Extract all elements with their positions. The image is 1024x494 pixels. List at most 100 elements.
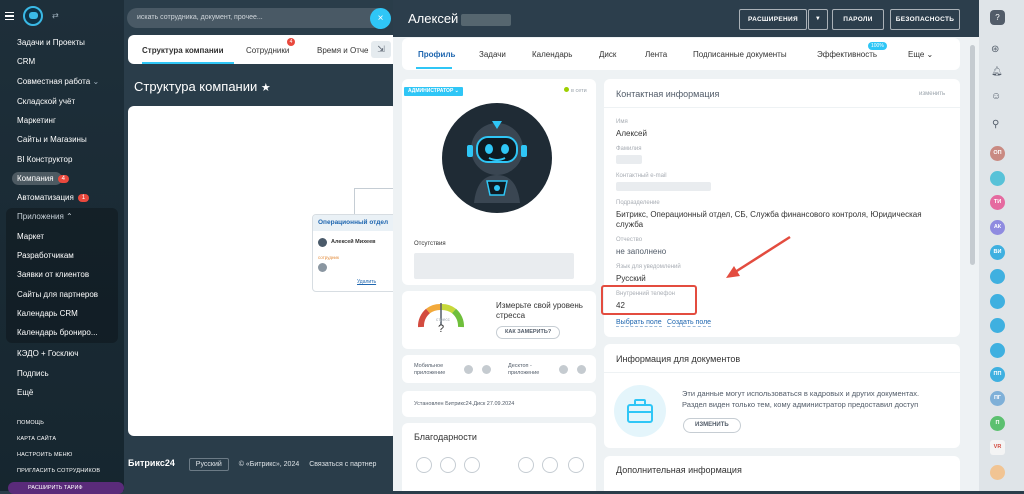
nav-more[interactable]: Ещё: [17, 388, 33, 397]
nav-collab[interactable]: Совместная работа ⌄: [17, 77, 99, 86]
apple-icon[interactable]: [464, 365, 473, 374]
last-name-label: Фамилия: [616, 146, 642, 152]
disk-installed-text: Установлен Битрикс24.Диск 27.09.2024: [414, 401, 515, 407]
avatar-initials: ТИ: [993, 199, 1002, 205]
global-search-input[interactable]: искать сотрудника, документ, прочее...: [127, 8, 387, 28]
docs-edit-button[interactable]: ИЗМЕНИТЬ: [683, 418, 741, 433]
thanks-money-icon[interactable]: [518, 457, 534, 473]
notify-language-value: Русский: [616, 274, 646, 283]
nav-app-requests[interactable]: Заявки от клиентов: [17, 270, 89, 279]
contact-avatar[interactable]: ПП: [990, 367, 1005, 382]
measure-stress-button[interactable]: КАК ЗАМЕРИТЬ?: [496, 326, 561, 339]
thanks-bird-icon[interactable]: [542, 457, 558, 473]
nav-apps-group[interactable]: Приложения ⌃: [17, 212, 73, 221]
contact-avatar[interactable]: [990, 343, 1005, 358]
footer-help-link[interactable]: ПОМОЩЬ: [17, 420, 44, 426]
footer-menu-settings-link[interactable]: НАСТРОИТЬ МЕНЮ: [17, 452, 73, 458]
tab-tasks[interactable]: Задачи: [479, 50, 506, 59]
role-badge[interactable]: АДМИНИСТРАТОР ⌄: [404, 87, 463, 96]
help-icon[interactable]: ?: [990, 10, 1005, 25]
tab-disk[interactable]: Диск: [599, 50, 616, 59]
docs-title: Информация для документов: [616, 354, 741, 364]
dept-card[interactable]: Операционный отдел Алексей Михеев сотруд…: [312, 214, 398, 292]
disk-card: Установлен Битрикс24.Диск 27.09.2024: [402, 391, 596, 417]
star-icon[interactable]: ★: [261, 82, 271, 94]
contact-avatar[interactable]: ВИ: [990, 245, 1005, 260]
bell-icon[interactable]: 🔔︎: [991, 66, 1002, 77]
contact-avatar[interactable]: [990, 318, 1005, 333]
copilot-icon[interactable]: ⊛: [991, 44, 999, 55]
tab-more[interactable]: Еще ⌄: [908, 50, 933, 59]
tab-profile[interactable]: Профиль: [418, 50, 455, 59]
extensions-dropdown-button[interactable]: ▼: [808, 9, 828, 30]
contact-avatar[interactable]: [990, 294, 1005, 309]
security-button[interactable]: БЕЗОПАСНОСТЬ: [890, 9, 960, 30]
nav-app-developers[interactable]: Разработчикам: [17, 251, 74, 260]
contact-edit-link[interactable]: изменить: [919, 91, 945, 97]
contact-avatar[interactable]: VR: [990, 440, 1005, 455]
portal-logo-icon[interactable]: [23, 6, 43, 26]
chat-icon[interactable]: ☺: [991, 91, 1001, 102]
android-icon[interactable]: [482, 365, 491, 374]
dept-remove-link[interactable]: Удалить: [357, 279, 376, 285]
nav-app-booking[interactable]: Календарь брониро...: [17, 328, 98, 337]
nav-marketing[interactable]: Маркетинг: [17, 116, 56, 125]
tab-efficiency[interactable]: Эффективность: [817, 50, 877, 59]
nav-company[interactable]: Компания 4: [17, 174, 69, 183]
panel-scrollbar[interactable]: [970, 45, 975, 265]
nav-kedo[interactable]: КЭДО + Госключ: [17, 349, 78, 358]
create-field-link[interactable]: Создать поле: [667, 319, 712, 327]
dept-card-header: Операционный отдел: [313, 215, 397, 231]
user-avatar[interactable]: [990, 465, 1005, 480]
contact-avatar[interactable]: ОП: [990, 146, 1005, 161]
thanks-cake-icon[interactable]: [568, 457, 584, 473]
thanks-cup-icon[interactable]: [464, 457, 480, 473]
nav-warehouse[interactable]: Складской учёт: [17, 97, 75, 106]
search-icon[interactable]: ⚲: [992, 119, 999, 130]
nav-crm[interactable]: CRM: [17, 57, 35, 66]
search-go-icon[interactable]: ×: [370, 8, 391, 29]
contact-avatar[interactable]: АК: [990, 220, 1005, 235]
tab-feed[interactable]: Лента: [645, 50, 667, 59]
bg-tab-time[interactable]: Время и Отче: [317, 46, 368, 55]
bg-tab-employees[interactable]: Сотрудники: [246, 46, 289, 55]
profile-avatar[interactable]: [442, 103, 552, 213]
bg-tab-structure[interactable]: Структура компании: [142, 46, 224, 55]
contact-avatar[interactable]: [990, 171, 1005, 186]
menu-icon[interactable]: [5, 12, 14, 20]
language-select[interactable]: Русский: [188, 458, 229, 471]
contact-partner-link[interactable]: Связаться с партнер: [309, 461, 376, 468]
thanks-gift-icon[interactable]: [440, 457, 456, 473]
nav-automation[interactable]: Автоматизация 1: [17, 193, 90, 202]
thanks-like-icon[interactable]: [416, 457, 432, 473]
nav-app-partner-sites[interactable]: Сайты для партнеров: [17, 290, 98, 299]
collapse-icon[interactable]: ⇲: [371, 41, 391, 58]
tab-calendar[interactable]: Календарь: [532, 50, 572, 59]
upgrade-tariff-button[interactable]: РАСШИРИТЬ ТАРИФ: [8, 482, 124, 494]
footer-invite-link[interactable]: ПРИГЛАСИТЬ СОТРУДНИКОВ: [17, 468, 100, 474]
nav-sites[interactable]: Сайты и Магазины: [17, 135, 87, 144]
connector-line: [354, 188, 398, 189]
nav-app-crm-calendar[interactable]: Календарь CRM: [17, 309, 78, 318]
user-placeholder-icon: [318, 263, 327, 272]
nav-tasks[interactable]: Задачи и Проекты: [17, 38, 85, 47]
nav-app-market[interactable]: Маркет: [17, 232, 44, 241]
profile-name: Алексей: [408, 11, 459, 26]
nav-signature[interactable]: Подпись: [17, 369, 49, 378]
nav-bi[interactable]: BI Конструктор: [17, 155, 72, 164]
tab-signed-docs[interactable]: Подписанные документы: [693, 50, 787, 59]
footer-sitemap-link[interactable]: КАРТА САЙТА: [17, 436, 56, 442]
extensions-button[interactable]: РАСШИРЕНИЯ: [739, 9, 807, 30]
contact-avatar[interactable]: П: [990, 416, 1005, 431]
contact-avatar[interactable]: ПГ: [990, 391, 1005, 406]
windows-icon[interactable]: [559, 365, 568, 374]
internal-phone-value[interactable]: 42: [616, 301, 625, 310]
contact-avatar[interactable]: ТИ: [990, 195, 1005, 210]
contact-avatar[interactable]: [990, 269, 1005, 284]
choose-field-link[interactable]: Выбрать поле: [616, 319, 662, 327]
passwords-button[interactable]: ПАРОЛИ: [832, 9, 884, 30]
macos-icon[interactable]: [577, 365, 586, 374]
swap-icon[interactable]: ⇄: [52, 11, 59, 20]
dept-person-name[interactable]: Алексей Михеев: [331, 239, 376, 245]
absence-redacted: [414, 253, 574, 279]
